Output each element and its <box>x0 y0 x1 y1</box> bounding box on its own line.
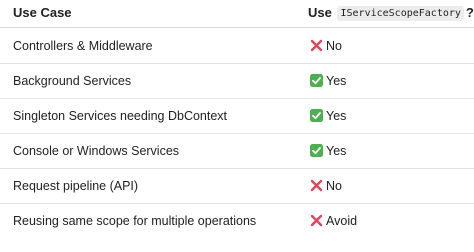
answer-label: Yes <box>326 74 347 88</box>
table-row: Request pipeline (API) No <box>0 168 474 204</box>
answer-label: No <box>326 39 342 53</box>
use-case-cell: Controllers & Middleware <box>13 39 153 53</box>
check-mark-icon <box>310 144 323 157</box>
answer-cell: No <box>310 177 342 195</box>
answer-label: Avoid <box>326 214 358 228</box>
use-case-cell: Request pipeline (API) <box>13 179 139 193</box>
answer-cell: No <box>310 37 342 55</box>
answer-label: Yes <box>326 109 347 123</box>
table-row: Controllers & Middleware No <box>0 28 474 64</box>
answer-label: Yes <box>326 144 347 158</box>
check-mark-icon <box>310 74 323 87</box>
header-prefix: Use <box>308 5 332 20</box>
cross-mark-icon <box>310 39 323 52</box>
answer-cell: Avoid <box>310 212 357 230</box>
cross-mark-icon <box>310 214 323 227</box>
use-case-cell: Singleton Services needing DbContext <box>13 109 228 123</box>
table-row: Console or Windows Services Yes <box>0 133 474 169</box>
answer-cell: Yes <box>310 142 346 160</box>
header-use-factory: Use IServiceScopeFactory? <box>308 4 474 24</box>
check-mark-icon <box>310 109 323 122</box>
answer-cell: Yes <box>310 72 346 90</box>
header-use-case: Use Case <box>13 5 72 20</box>
use-case-cell: Console or Windows Services <box>13 144 180 158</box>
table-header: Use Case Use IServiceScopeFactory? <box>0 0 474 28</box>
header-suffix: ? <box>465 5 474 20</box>
table-row: Singleton Services needing DbContext Yes <box>0 98 474 134</box>
use-case-cell: Reusing same scope for multiple operatio… <box>13 214 257 228</box>
header-code: IServiceScopeFactory <box>337 6 464 21</box>
cross-mark-icon <box>310 179 323 192</box>
use-case-cell: Background Services <box>13 74 132 88</box>
use-case-table: Use Case Use IServiceScopeFactory? Contr… <box>0 0 474 252</box>
table-row: Reusing same scope for multiple operatio… <box>0 203 474 238</box>
answer-label: No <box>326 179 342 193</box>
answer-cell: Yes <box>310 107 346 125</box>
table-row: Background Services Yes <box>0 63 474 99</box>
